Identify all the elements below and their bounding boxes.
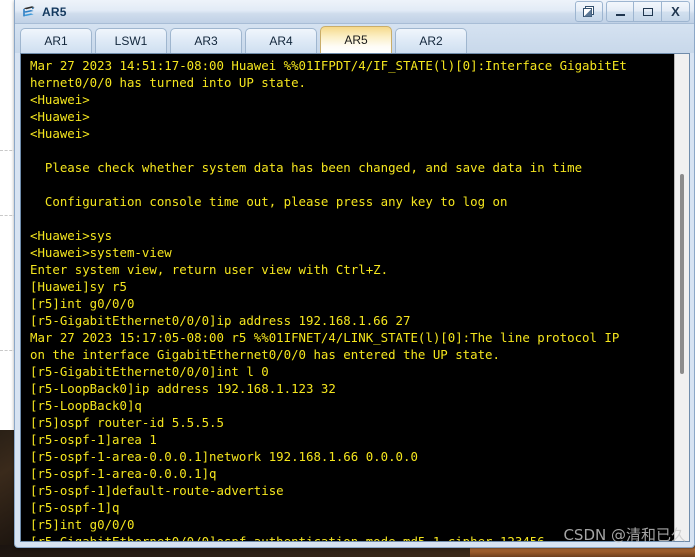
tab-ar1[interactable]: AR1: [20, 28, 92, 53]
terminal-scrollbar[interactable]: [674, 54, 689, 541]
terminal-line: [r5-GigabitEthernet0/0/0]int l 0: [30, 364, 269, 379]
tab-ar3[interactable]: AR3: [170, 28, 242, 53]
title-bar: AR5 X: [15, 0, 694, 24]
terminal-line: [r5-LoopBack0]q: [30, 398, 142, 413]
terminal-line: Enter system view, return user view with…: [30, 262, 389, 277]
router-icon: [23, 5, 35, 16]
screen: AR5 X AR1 LSW1 AR3 AR4 AR5 AR2 Mar 27 20…: [0, 0, 695, 557]
maximize-button[interactable]: [634, 1, 662, 22]
terminal-line: <Huawei>: [30, 109, 90, 124]
terminal-line: Mar 27 2023 15:17:05-08:00 r5 %%01IFNET/…: [30, 330, 620, 345]
terminal-line: [r5-GigabitEthernet0/0/0]ospf authentica…: [30, 533, 675, 541]
restore-button[interactable]: [575, 1, 603, 22]
terminal-line: [r5-ospf-1-area-0.0.0.1]q: [30, 466, 217, 481]
terminal-scrollbar-thumb[interactable]: [680, 174, 684, 374]
tab-label: AR4: [269, 34, 293, 48]
tab-label: AR5: [344, 33, 368, 47]
terminal-line: on the interface GigabitEthernet0/0/0 ha…: [30, 347, 500, 362]
window-controls: X: [575, 1, 690, 23]
terminal-line: [Huawei]sy r5: [30, 279, 127, 294]
terminal-line: [r5]int g0/0/0: [30, 296, 135, 311]
terminal-line: Please check whether system data has bee…: [30, 160, 583, 175]
tab-label: LSW1: [114, 34, 148, 48]
terminal-line: [r5]ospf router-id 5.5.5.5: [30, 415, 224, 430]
tab-label: AR1: [44, 34, 68, 48]
tab-ar4[interactable]: AR4: [245, 28, 317, 53]
tab-label: AR2: [419, 34, 443, 48]
tab-strip: AR1 LSW1 AR3 AR4 AR5 AR2: [15, 24, 694, 53]
terminal-line: <Huawei>sys: [30, 228, 113, 243]
terminal-line: [r5-GigabitEthernet0/0/0]ip address 192.…: [30, 313, 411, 328]
terminal-line: [r5-LoopBack0]ip address 192.168.1.123 3…: [30, 381, 336, 396]
close-icon: X: [671, 4, 680, 19]
terminal-line: [r5-ospf-1]q: [30, 500, 120, 515]
terminal-line: Mar 27 2023 14:51:17-08:00 Huawei %%01IF…: [30, 58, 627, 73]
window-title: AR5: [42, 4, 67, 19]
terminal-line: [r5-ospf-1]area 1: [30, 432, 157, 447]
terminal-line: <Huawei>: [30, 126, 90, 141]
minimize-button[interactable]: [606, 1, 634, 22]
terminal-output[interactable]: Mar 27 2023 14:51:17-08:00 Huawei %%01IF…: [21, 54, 675, 541]
tab-ar2[interactable]: AR2: [395, 28, 467, 53]
terminal-line: [r5]int g0/0/0: [30, 517, 135, 532]
tab-lsw1[interactable]: LSW1: [95, 28, 167, 53]
terminal-frame: Mar 27 2023 14:51:17-08:00 Huawei %%01IF…: [20, 53, 690, 542]
application-window: AR5 X AR1 LSW1 AR3 AR4 AR5 AR2 Mar 27 20…: [14, 0, 695, 548]
terminal-line: Configuration console time out, please p…: [30, 194, 508, 209]
maximize-icon: [642, 7, 653, 16]
terminal-line: [r5-ospf-1]default-route-advertise: [30, 483, 284, 498]
terminal-line: [r5-ospf-1-area-0.0.0.1]network 192.168.…: [30, 449, 418, 464]
tab-ar5[interactable]: AR5: [320, 26, 392, 53]
close-button[interactable]: X: [662, 1, 690, 22]
terminal-line: hernet0/0/0 has turned into UP state.: [30, 75, 307, 90]
tab-label: AR3: [194, 34, 218, 48]
terminal-line: <Huawei>: [30, 92, 90, 107]
terminal-line: <Huawei>system-view: [30, 245, 172, 260]
minimize-icon: [615, 14, 625, 16]
restore-icon: [583, 6, 594, 17]
